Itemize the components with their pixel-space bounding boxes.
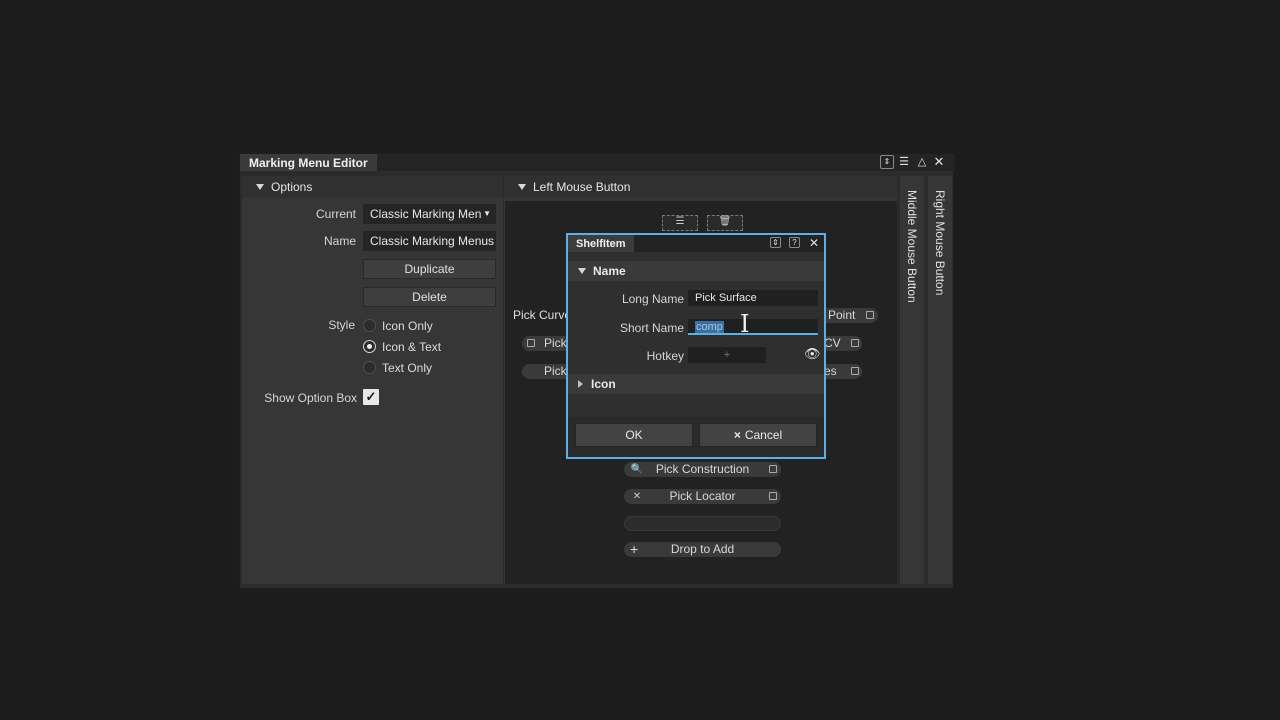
window-titlebar: Marking Menu Editor ⇕ ☰ △ ✕ [240, 154, 955, 171]
collapse-triangle-icon [256, 184, 264, 190]
left-mouse-button-label: Left Mouse Button [533, 180, 631, 194]
close-icon[interactable]: ✕ [932, 155, 946, 169]
radio-icon-and-text-label: Icon & Text [382, 340, 442, 354]
name-field[interactable]: Classic Marking Menus [363, 231, 496, 251]
ok-button[interactable]: OK [575, 423, 693, 447]
text-cursor-icon: I [740, 310, 750, 338]
option-box-icon [866, 311, 874, 319]
hotkey-field[interactable]: + [688, 347, 766, 363]
duplicate-button[interactable]: Duplicate [363, 259, 496, 279]
option-box-icon [769, 492, 777, 500]
pick-curve-item[interactable]: Pick Curve [513, 308, 571, 322]
radio-text-only[interactable] [363, 361, 376, 374]
icon-section-header[interactable]: Icon [568, 374, 824, 394]
right-mouse-button-label: Right Mouse Button [933, 190, 947, 296]
current-dropdown[interactable]: Classic Marking Men ▼ [363, 204, 496, 224]
collapse-triangle-icon [518, 184, 526, 190]
icon-section-label: Icon [591, 377, 616, 391]
float-icon[interactable]: △ [915, 155, 929, 169]
trash-icon[interactable]: 🗑 [707, 215, 743, 231]
style-label: Style [328, 318, 355, 332]
current-label: Current [315, 207, 356, 221]
magnifier-icon: 🔍 [630, 464, 644, 475]
drop-to-add-label: Drop to Add [670, 542, 735, 556]
pick-cv-label: CV [824, 336, 841, 350]
dialog-titlebar: ShelfItem ⇕ ? ✕ [568, 235, 824, 252]
options-header[interactable]: Options [242, 176, 503, 198]
right-mouse-button-tab[interactable]: Right Mouse Button [928, 176, 952, 584]
long-name-label: Long Name [621, 292, 684, 306]
cancel-button-label: Cancel [744, 428, 783, 442]
current-dropdown-value: Classic Marking Men [370, 207, 482, 221]
short-name-field[interactable]: comp [688, 319, 818, 335]
left-mouse-button-header[interactable]: Left Mouse Button [504, 176, 897, 198]
pick-item-3-label: Pick [544, 364, 567, 378]
option-box-icon [851, 367, 859, 375]
options-header-label: Options [271, 180, 313, 194]
pick-locator-item[interactable]: ✕ Pick Locator [624, 489, 781, 504]
cancel-x-icon: × [733, 428, 741, 442]
plus-icon: + [630, 541, 639, 557]
empty-slot[interactable] [624, 516, 781, 531]
middle-mouse-button-label: Middle Mouse Button [905, 190, 919, 303]
show-option-box-checkbox[interactable]: ✓ [363, 389, 379, 405]
pick-edges-item[interactable]: es [820, 364, 862, 379]
dialog-pin-icon[interactable]: ⇕ [770, 237, 781, 248]
collapse-triangle-icon [578, 268, 586, 274]
dialog-help-icon[interactable]: ? [789, 237, 800, 248]
pick-construction-item[interactable]: 🔍 Pick Construction [624, 462, 781, 477]
show-option-box-label: Show Option Box [264, 391, 357, 405]
radio-icon-and-text[interactable] [363, 340, 376, 353]
option-box-icon [851, 339, 859, 347]
pick-locator-label: Pick Locator [669, 489, 736, 503]
radio-icon-only-label: Icon Only [382, 319, 433, 333]
drop-to-add-slot[interactable]: + Drop to Add [624, 542, 781, 557]
short-name-selected-text: comp [695, 321, 724, 333]
option-box-icon [527, 339, 535, 347]
hotkey-label: Hotkey [646, 349, 684, 363]
long-name-field[interactable]: Pick Surface [688, 290, 818, 306]
dropdown-arrow-icon: ▼ [483, 209, 491, 218]
expand-triangle-icon [578, 380, 583, 388]
pick-cv-item[interactable]: CV [820, 336, 862, 351]
shelf-item-dialog: ShelfItem ⇕ ? ✕ Name Long Name Pick Surf… [566, 233, 826, 459]
name-section-header[interactable]: Name [568, 261, 824, 281]
list-icon[interactable]: ☰ [662, 215, 698, 231]
pick-point-label: Point [828, 308, 856, 322]
short-name-label: Short Name [619, 321, 684, 335]
pick-item-2-label: Pick [544, 336, 567, 350]
options-panel: Options Current Classic Marking Men ▼ Na… [242, 176, 503, 584]
eye-icon[interactable]: 👁 [804, 346, 821, 362]
cancel-button[interactable]: × Cancel [699, 423, 817, 447]
option-box-icon [769, 465, 777, 473]
radio-text-only-label: Text Only [382, 361, 433, 375]
name-label: Name [323, 234, 356, 248]
pick-point-item[interactable]: Point [820, 308, 878, 323]
middle-mouse-button-tab[interactable]: Middle Mouse Button [900, 176, 924, 584]
radio-icon-only[interactable] [363, 319, 376, 332]
pick-construction-label: Pick Construction [655, 462, 750, 476]
menu-icon[interactable]: ☰ [897, 155, 911, 169]
dialog-close-icon[interactable]: ✕ [807, 236, 821, 250]
name-section-label: Name [593, 264, 626, 278]
locator-icon: ✕ [632, 491, 642, 502]
window-title: Marking Menu Editor [240, 154, 377, 171]
pin-icon[interactable]: ⇕ [880, 155, 894, 169]
delete-button[interactable]: Delete [363, 287, 496, 307]
dialog-title: ShelfItem [568, 235, 634, 252]
